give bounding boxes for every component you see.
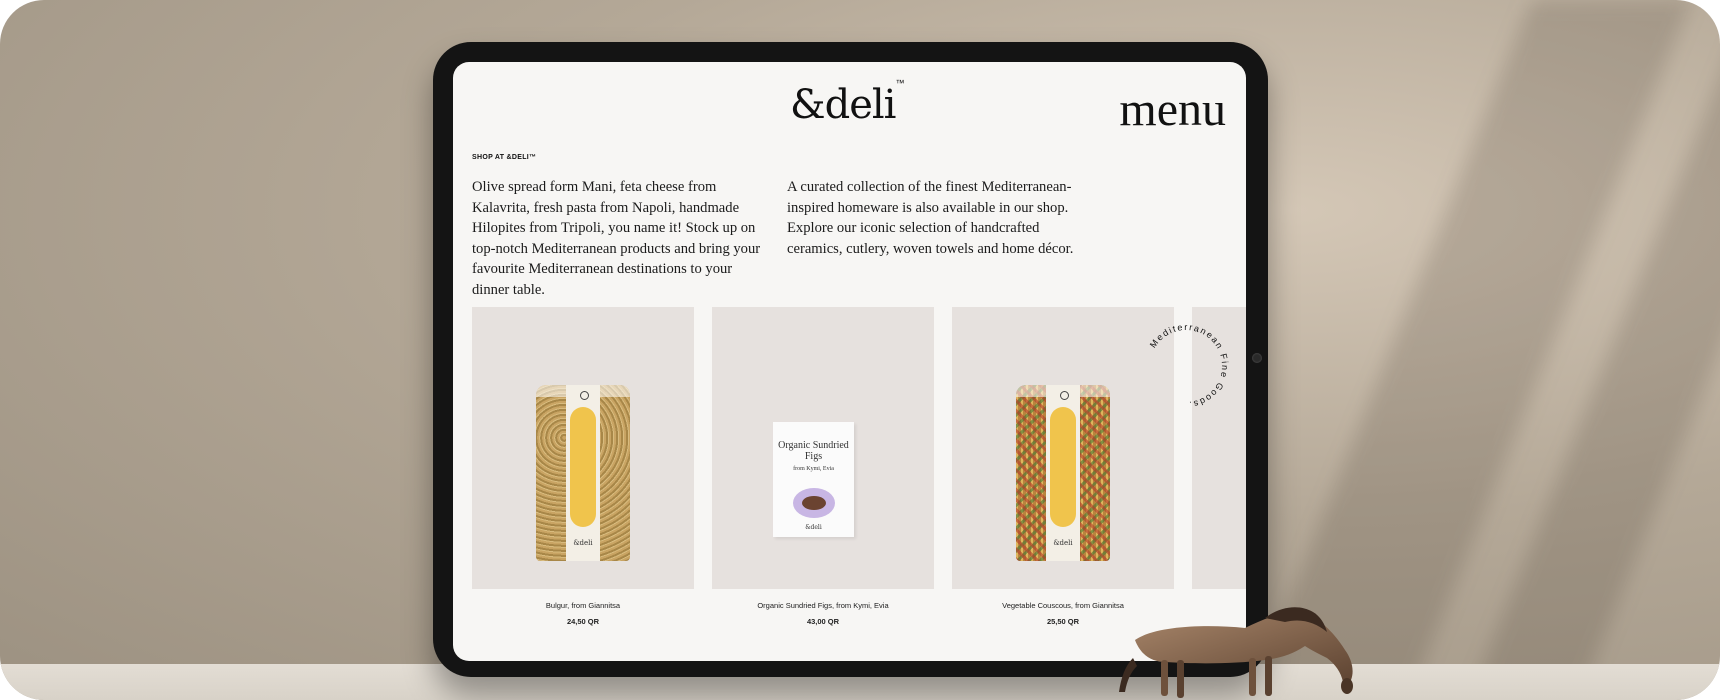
- menu-button[interactable]: menu: [1119, 82, 1226, 137]
- intro-paragraph-left: Olive spread form Mani, feta cheese from…: [472, 179, 761, 298]
- section-eyebrow: SHOP AT &DELI™: [472, 154, 537, 161]
- product-card-bulgur[interactable]: &deli: [472, 307, 694, 589]
- product-name[interactable]: Organic Sundried Figs, from Kymi, Evia: [712, 601, 934, 610]
- tablet-screen: &deli™ menu SHOP AT &DELI™ Olive spread …: [453, 62, 1246, 661]
- product-image: &deli: [536, 385, 630, 561]
- product-price: 43,00 QR: [806, 617, 840, 626]
- camera-icon: [1252, 353, 1262, 363]
- product-name[interactable]: Bulgur, from Giannitsa: [472, 601, 694, 610]
- scene-background: &deli™ menu SHOP AT &DELI™ Olive spread …: [0, 0, 1720, 700]
- svg-text:Mediterranean Fine Goods.: Mediterranean Fine Goods.: [1148, 322, 1230, 410]
- horse-figurine-icon: [1119, 607, 1353, 698]
- rotating-badge: Mediterranean Fine Goods.: [1148, 322, 1230, 410]
- intro-paragraph-right: A curated collection of the finest Medit…: [787, 179, 1074, 257]
- brand-logo[interactable]: &deli™: [790, 78, 904, 128]
- product-image: &deli: [1016, 385, 1110, 561]
- product-image: Organic Sundried Figs from Kymi, Evia &d…: [773, 422, 854, 537]
- product-card-figs[interactable]: Organic Sundried Figs from Kymi, Evia &d…: [712, 307, 934, 589]
- product-price: 24,50 QR: [566, 617, 600, 626]
